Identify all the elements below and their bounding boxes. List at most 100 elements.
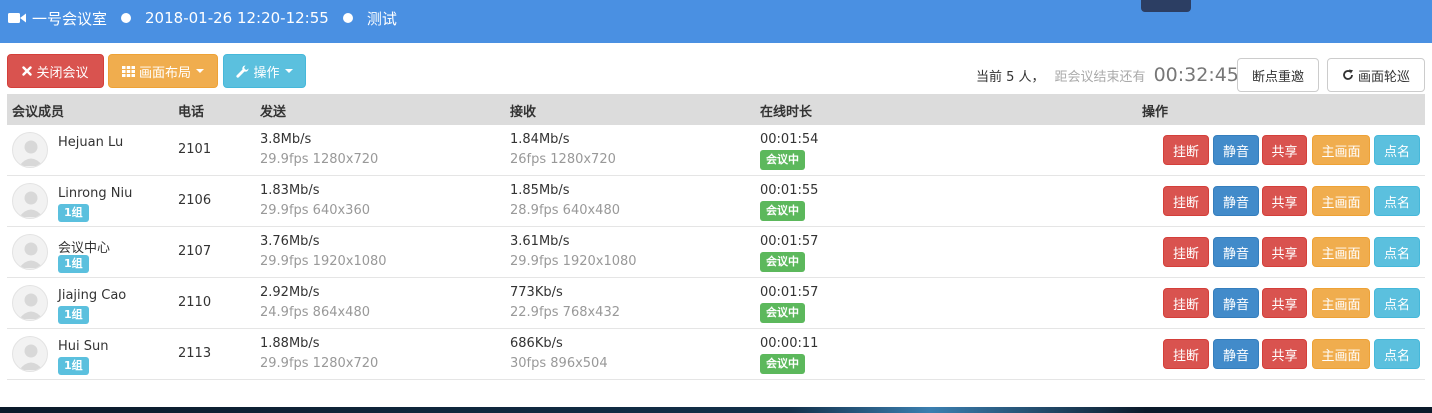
roll-call-button[interactable]: 点名 [1374,237,1420,267]
meeting-datetime: 2018-01-26 12:20-12:55 [145,9,329,27]
operations-dropdown-button[interactable]: 操作 [223,54,306,88]
action-label: 挂断 [1172,246,1199,262]
receive-detail: 29.9fps 1920x1080 [510,254,637,269]
action-label: 静音 [1222,348,1249,364]
send-detail: 29.9fps 640x360 [260,203,370,218]
user-avatar-icon [12,183,48,219]
col-header-receive: 接收 [510,105,537,120]
main-screen-button[interactable]: 主画面 [1312,288,1370,318]
action-label: 静音 [1222,297,1249,313]
table-row: 会议中心 1组 2107 3.76Mb/s 29.9fps 1920x1080 3.61M… [7,227,1425,278]
close-meeting-button[interactable]: 关闭会议 [7,54,104,88]
mute-button[interactable]: 静音 [1213,135,1259,165]
share-button[interactable]: 共享 [1262,237,1307,267]
action-label: 静音 [1222,144,1249,160]
send-detail: 29.9fps 1920x1080 [260,254,387,269]
group-badge: 1组 [58,255,89,273]
meeting-info: 一号会议室 2018-01-26 12:20-12:55 测试 [8,0,397,36]
roll-call-button[interactable]: 点名 [1374,135,1420,165]
layout-dropdown-button[interactable]: 画面布局 [108,54,218,88]
participant-count: 当前 5 人， [976,69,1045,85]
member-name: Hui Sun [58,339,109,354]
group-badge: 1组 [58,306,89,324]
phone-number: 2106 [178,193,212,208]
user-avatar-icon [12,336,48,372]
share-button[interactable]: 共享 [1262,135,1307,165]
action-label: 点名 [1383,246,1410,262]
action-label: 共享 [1271,297,1298,313]
operations-label: 操作 [253,65,280,81]
col-header-actions: 操作 [1142,105,1169,120]
wrench-icon [236,64,249,78]
status-badge: 会议中 [760,354,805,374]
user-avatar-icon [12,234,48,270]
receive-rate: 1.85Mb/s [510,183,570,198]
action-label: 主画面 [1321,246,1361,262]
main-screen-button[interactable]: 主画面 [1312,186,1370,216]
table-row: Hui Sun 1组 2113 1.88Mb/s 29.9fps 1280x720 686… [7,329,1425,380]
countdown-timer: 00:32:45 [1153,64,1239,86]
hangup-button[interactable]: 挂断 [1163,339,1209,369]
send-rate: 1.83Mb/s [260,183,320,198]
rotate-screens-button[interactable]: 画面轮巡 [1327,58,1425,92]
top-bar: 一号会议室 2018-01-26 12:20-12:55 测试 [0,0,1432,43]
member-name: Jiajing Cao [58,288,127,303]
action-label: 点名 [1383,297,1410,313]
table-row: Linrong Niu 1组 2106 1.83Mb/s 29.9fps 640x360… [7,176,1425,227]
action-label: 挂断 [1172,297,1199,313]
user-avatar-icon [12,132,48,168]
member-name: 会议中心 [58,241,111,256]
receive-rate: 686Kb/s [510,336,563,351]
share-button[interactable]: 共享 [1262,288,1307,318]
receive-detail: 22.9fps 768x432 [510,305,620,320]
mute-button[interactable]: 静音 [1213,339,1259,369]
main-screen-button[interactable]: 主画面 [1312,237,1370,267]
mute-button[interactable]: 静音 [1213,288,1259,318]
send-detail: 24.9fps 864x480 [260,305,370,320]
rotate-screens-label: 画面轮巡 [1357,69,1410,85]
hangup-button[interactable]: 挂断 [1163,237,1209,267]
receive-detail: 26fps 1280x720 [510,152,616,167]
chevron-down-icon [284,69,293,73]
separator-dot [342,13,353,23]
receive-detail: 28.9fps 640x480 [510,203,620,218]
user-avatar-icon [12,285,48,321]
status-badge: 会议中 [760,150,805,170]
action-label: 点名 [1383,348,1410,364]
table-row: Hejuan Lu 2101 3.8Mb/s 29.9fps 1280x720 1.84… [7,125,1425,176]
hangup-button[interactable]: 挂断 [1163,186,1209,216]
phone-number: 2110 [178,295,212,310]
main-screen-button[interactable]: 主画面 [1312,135,1370,165]
grid-icon [121,65,135,77]
layout-label: 画面布局 [138,65,191,81]
col-header-member: 会议成员 [12,105,65,120]
phone-number: 2107 [178,244,212,259]
room-name: 一号会议室 [32,9,108,28]
group-badge: 1组 [58,357,89,375]
member-name: Hejuan Lu [58,135,124,150]
online-duration: 00:01:57 [760,234,819,249]
hangup-button[interactable]: 挂断 [1163,288,1209,318]
hangup-button[interactable]: 挂断 [1163,135,1209,165]
share-button[interactable]: 共享 [1262,186,1307,216]
send-rate: 3.8Mb/s [260,132,312,147]
action-label: 挂断 [1172,195,1199,211]
share-button[interactable]: 共享 [1262,339,1307,369]
mute-button[interactable]: 静音 [1213,237,1259,267]
mute-button[interactable]: 静音 [1213,186,1259,216]
user-menu-button[interactable] [1141,0,1191,12]
roll-call-button[interactable]: 点名 [1374,288,1420,318]
roll-call-button[interactable]: 点名 [1374,339,1420,369]
meeting-name: 测试 [366,9,397,28]
send-detail: 29.9fps 1280x720 [260,356,379,371]
roll-call-button[interactable]: 点名 [1374,186,1420,216]
action-label: 主画面 [1321,348,1361,364]
reconnect-label: 断点重邀 [1251,69,1304,85]
phone-number: 2101 [178,142,212,157]
col-header-send: 发送 [260,105,287,120]
remaining-label: 距会议结束还有 [1054,69,1146,85]
receive-rate: 3.61Mb/s [510,234,570,249]
reconnect-button[interactable]: 断点重邀 [1237,58,1319,92]
col-header-phone: 电话 [178,105,205,120]
main-screen-button[interactable]: 主画面 [1312,339,1370,369]
